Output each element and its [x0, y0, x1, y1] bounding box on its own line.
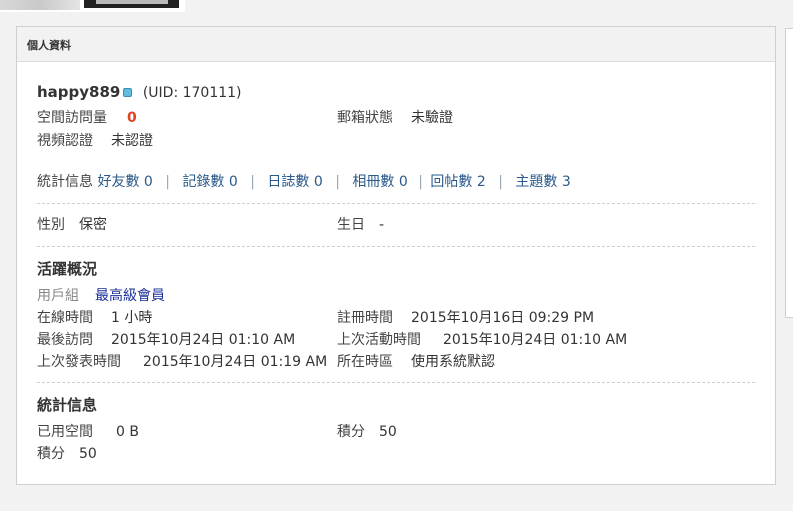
stat-link-topics[interactable]: 主題數 3: [515, 174, 570, 190]
stats-links-label: 統計信息: [37, 174, 93, 190]
gender-label: 性別: [37, 217, 65, 233]
stat-separator: |: [418, 174, 423, 190]
gender-value: 保密: [79, 217, 107, 233]
usergroup-label: 用戶組: [37, 288, 79, 304]
email-status-label: 郵箱狀態: [337, 110, 393, 126]
timezone-value: 使用系統默認: [411, 354, 495, 370]
timezone-label: 所在時區: [337, 354, 393, 370]
last-activity-label: 上次活動時間: [337, 332, 421, 348]
last-post-label: 上次發表時間: [37, 354, 121, 370]
used-space-label: 已用空間: [37, 424, 93, 440]
last-activity-value: 2015年10月24日 01:10 AM: [443, 332, 628, 348]
online-time-label: 在線時間: [37, 310, 93, 326]
points-label-right: 積分: [337, 424, 365, 440]
space-visits-label: 空間訪問量: [37, 110, 107, 126]
activity-heading: 活躍概況: [37, 260, 98, 278]
uid-text: (UID: 170111): [142, 85, 242, 101]
last-post-value: 2015年10月24日 01:19 AM: [143, 354, 328, 370]
stat-separator: |: [165, 174, 170, 190]
register-time-label: 註冊時間: [337, 310, 393, 326]
video-auth-label: 視頻認證: [37, 133, 93, 149]
stat-separator: |: [335, 174, 340, 190]
birthday-label: 生日: [337, 217, 365, 233]
stat-link-friends[interactable]: 好友數 0: [97, 174, 152, 190]
used-space-value: 0 B: [116, 424, 139, 440]
stat-link-blogs[interactable]: 日誌數 0: [267, 174, 322, 190]
card-header: [17, 27, 775, 62]
divider: [37, 203, 755, 204]
usergroup-link[interactable]: 最高級會員: [95, 287, 165, 305]
blurred-image-left: [0, 0, 80, 10]
video-auth-value: 未認證: [111, 133, 153, 149]
register-time-value: 2015年10月16日 09:29 PM: [411, 310, 595, 326]
stat-separator: |: [498, 174, 503, 190]
online-status-icon: [123, 87, 133, 97]
blurred-image-overlay: [96, 0, 168, 4]
statistics-heading: 統計信息: [37, 396, 98, 414]
right-side-panel: [785, 28, 793, 318]
online-time-value: 1 小時: [111, 310, 153, 326]
email-status-value: 未驗證: [411, 110, 453, 126]
divider: [37, 246, 755, 247]
profile-card: 個人資料 happy889 (UID: 170111) 空間訪問量 0 郵箱狀態…: [16, 26, 776, 485]
last-visit-label: 最後訪問: [37, 332, 93, 348]
stat-separator: |: [250, 174, 255, 190]
stats-links-row: 統計信息 好友數 0 | 記錄數 0 | 日誌數 0 | 相冊數 0 | 回帖數…: [37, 173, 571, 191]
username-row: happy889 (UID: 170111): [37, 83, 242, 102]
points-value-right: 50: [379, 424, 397, 440]
top-blurred-strip: [0, 0, 185, 12]
divider: [37, 382, 755, 383]
username-link[interactable]: happy889: [37, 83, 120, 101]
points-label-left: 積分: [37, 446, 65, 462]
birthday-value: -: [379, 217, 385, 233]
stat-link-albums[interactable]: 相冊數 0: [352, 174, 407, 190]
stat-link-records[interactable]: 記錄數 0: [182, 174, 237, 190]
stat-link-replies[interactable]: 回帖數 2: [430, 174, 485, 190]
space-visits-value: 0: [127, 110, 137, 126]
points-value-left: 50: [79, 446, 97, 462]
panel-title: 個人資料: [27, 39, 71, 52]
last-visit-value: 2015年10月24日 01:10 AM: [111, 332, 296, 348]
